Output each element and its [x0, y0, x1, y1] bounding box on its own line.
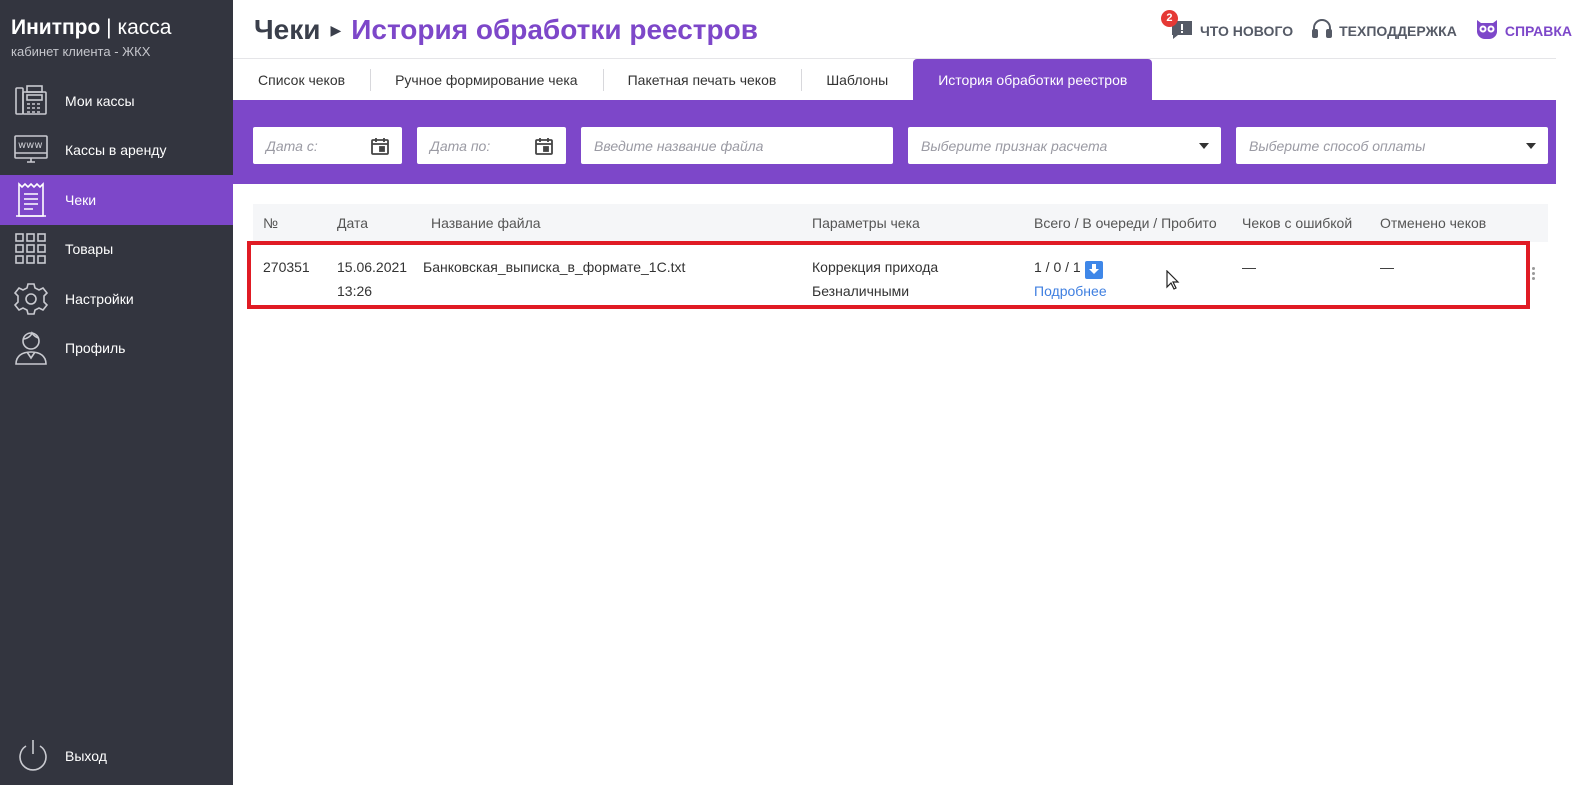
calendar-icon[interactable]	[534, 136, 554, 159]
breadcrumb-root[interactable]: Чеки	[254, 14, 320, 46]
tab-receipt-list[interactable]: Список чеков	[233, 59, 370, 100]
table-header: № Дата Название файла Параметры чека Все…	[253, 204, 1548, 242]
column-header-date: Дата	[337, 215, 369, 231]
sidebar-item-label: Чеки	[65, 191, 97, 208]
date-from-field[interactable]: Дата с:	[253, 127, 402, 164]
www-monitor-icon: www	[13, 132, 49, 168]
brand-logo[interactable]: Инитпро | касса кабинет клиента - ЖКХ	[11, 16, 171, 59]
tab-templates[interactable]: Шаблоны	[801, 59, 913, 100]
download-icon[interactable]	[1084, 260, 1103, 279]
chat-icon: 2	[1160, 9, 1194, 43]
date-to-placeholder: Дата по:	[430, 137, 491, 154]
breadcrumb-separator-icon: ▶	[330, 21, 342, 38]
sidebar-item-profile[interactable]: Профиль	[0, 324, 233, 374]
cell-counts: 1 / 0 / 1	[1034, 255, 1103, 279]
tab-registry-history[interactable]: История обработки реестров	[913, 59, 1153, 100]
calendar-icon[interactable]	[370, 136, 390, 159]
receipt-icon	[13, 181, 49, 218]
brand-title: Инитпро | касса	[11, 16, 172, 39]
tab-batch-print[interactable]: Пакетная печать чеков	[602, 59, 802, 100]
sidebar-item-label: Товары	[65, 241, 114, 258]
table-row[interactable]: 270351 15.06.2021 13:26 Банковская_выпис…	[253, 243, 1548, 307]
row-menu-icon[interactable]	[1532, 267, 1536, 282]
sidebar-item-rent-registers[interactable]: www Кассы в аренду	[0, 126, 233, 176]
owl-icon	[1475, 18, 1499, 43]
cell-filename: Банковская_выписка_в_формате_1C.txt	[423, 259, 686, 275]
filename-input[interactable]: Введите название файла	[581, 127, 893, 164]
payment-method-placeholder: Выберите способ оплаты	[1249, 137, 1426, 154]
svg-text:www: www	[18, 140, 43, 151]
column-header-errors: Чеков с ошибкой	[1242, 215, 1353, 231]
sidebar: Инитпро | касса кабинет клиента - ЖКХ Мо…	[0, 0, 233, 785]
help-link[interactable]: Справка	[1475, 18, 1572, 43]
sidebar-item-label: Мои кассы	[65, 92, 135, 109]
column-header-filename: Название файла	[431, 215, 541, 231]
brand-subtitle: кабинет клиента - ЖКХ	[11, 44, 151, 59]
logout-button[interactable]: Выход	[0, 732, 233, 780]
sidebar-item-products[interactable]: Товары	[0, 225, 233, 275]
cell-cancelled: —	[1380, 259, 1394, 275]
cash-register-icon	[13, 83, 49, 119]
filter-bar: Дата с: Дата по: Введите название файла …	[233, 100, 1556, 184]
payment-sign-placeholder: Выберите признак расчета	[921, 137, 1108, 154]
cell-param-payment: Безналичными	[812, 283, 910, 299]
tab-bar: Список чеков Ручное формирование чека Па…	[233, 58, 1556, 100]
cell-time: 13:26	[337, 283, 373, 299]
help-label: Справка	[1504, 22, 1572, 39]
counts-value: 1 / 0 / 1	[1034, 259, 1081, 275]
support-link[interactable]: Техподдержка	[1311, 18, 1457, 43]
sidebar-item-label: Кассы в аренду	[65, 142, 167, 159]
payment-sign-select[interactable]: Выберите признак расчета	[908, 127, 1221, 164]
chevron-down-icon	[1199, 143, 1209, 149]
breadcrumb: Чеки ▶ История обработки реестров	[254, 14, 758, 46]
details-link[interactable]: Подробнее	[1034, 279, 1107, 303]
column-header-counts: Всего / В очереди / Пробито	[1034, 215, 1217, 231]
cell-param-type: Коррекция прихода	[812, 259, 939, 275]
tab-manual-receipt[interactable]: Ручное формирование чека	[370, 59, 603, 100]
sidebar-item-receipts[interactable]: Чеки	[0, 175, 233, 225]
date-from-placeholder: Дата с:	[266, 137, 318, 154]
cell-errors: —	[1242, 259, 1256, 275]
brand-name: Инитпро	[11, 16, 101, 39]
date-to-field[interactable]: Дата по:	[417, 127, 566, 164]
sidebar-item-settings[interactable]: Настройки	[0, 274, 233, 324]
notification-badge: 2	[1160, 9, 1178, 27]
header-links: 2 Что нового Техподдержка Справка	[1160, 9, 1572, 43]
cell-date: 15.06.2021	[337, 259, 408, 275]
power-icon	[15, 738, 51, 774]
gear-icon	[13, 281, 49, 317]
sidebar-nav: Мои кассы www Кассы в аренду Чеки Товары…	[0, 76, 233, 373]
user-icon	[13, 330, 49, 366]
headset-icon	[1311, 18, 1333, 43]
whats-new-link[interactable]: 2 Что нового	[1160, 9, 1294, 43]
column-header-params: Параметры чека	[812, 215, 920, 231]
support-label: Техподдержка	[1339, 22, 1457, 39]
filename-placeholder: Введите название файла	[594, 137, 764, 154]
chevron-down-icon	[1526, 143, 1536, 149]
page-title: История обработки реестров	[351, 14, 758, 45]
page-header: Чеки ▶ История обработки реестров 2 Что …	[233, 0, 1586, 60]
grid-icon	[13, 231, 49, 267]
cell-number: 270351	[263, 259, 310, 275]
payment-method-select[interactable]: Выберите способ оплаты	[1236, 127, 1548, 164]
sidebar-item-label: Настройки	[65, 290, 134, 307]
whats-new-label: Что нового	[1199, 22, 1294, 39]
mouse-cursor-icon	[1166, 269, 1180, 295]
column-header-number: №	[263, 215, 279, 231]
brand-product: касса	[117, 16, 172, 39]
sidebar-item-my-registers[interactable]: Мои кассы	[0, 76, 233, 126]
sidebar-item-label: Профиль	[65, 340, 126, 357]
column-header-cancelled: Отменено чеков	[1380, 215, 1487, 231]
logout-label: Выход	[65, 748, 107, 764]
